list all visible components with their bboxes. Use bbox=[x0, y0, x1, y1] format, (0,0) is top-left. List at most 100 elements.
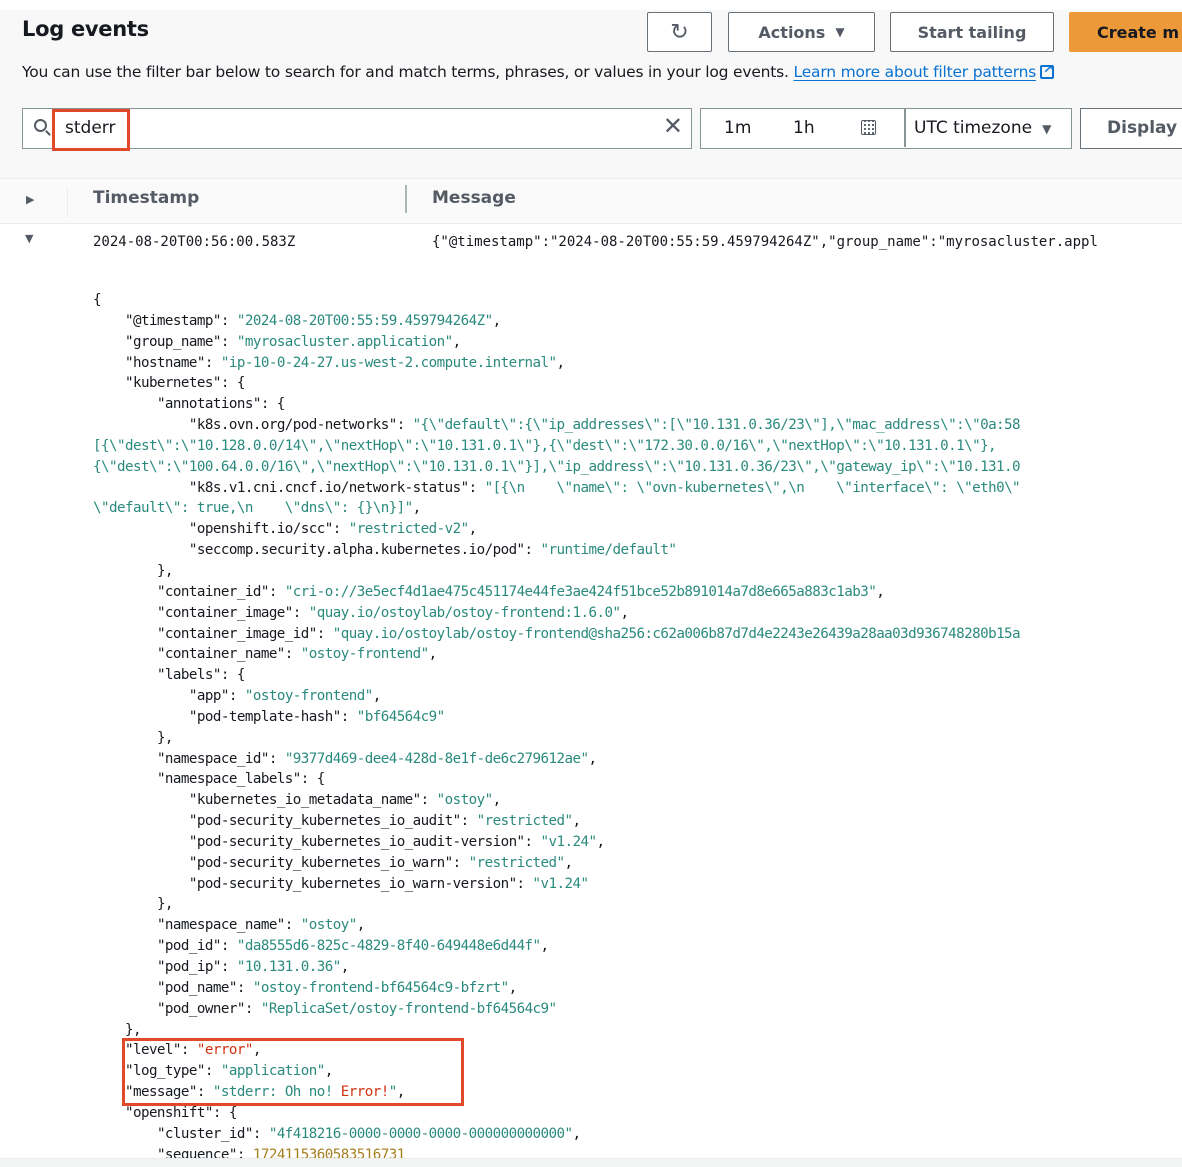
json-string: "v1.24" bbox=[532, 875, 590, 892]
json-string: "cri-o://3e5ecf4d1ae475c451174e44fe3ae42… bbox=[284, 583, 877, 600]
create-metric-filter-button[interactable]: Create m bbox=[1069, 12, 1182, 52]
json-line: "group_name": "myrosacluster.application… bbox=[93, 332, 1182, 353]
json-key: , bbox=[556, 354, 566, 371]
time-range-selector: 1m 1h UTC timezone ▼ bbox=[700, 108, 1072, 149]
json-line: "kubernetes": { bbox=[93, 373, 1182, 394]
json-string: "restricted-v2" bbox=[348, 521, 469, 538]
json-line: "pod_owner": "ReplicaSet/ostoy-frontend-… bbox=[93, 999, 1182, 1020]
actions-button[interactable]: Actions ▼ bbox=[728, 12, 875, 52]
clear-icon[interactable]: ✕ bbox=[663, 112, 683, 140]
json-line: "namespace_labels": { bbox=[93, 769, 1182, 790]
json-key: "kubernetes": { bbox=[124, 375, 245, 392]
caret-down-icon: ▼ bbox=[1042, 122, 1052, 136]
json-string: "ip-10-0-24-27.us-west-2.compute.interna… bbox=[220, 354, 557, 371]
json-line: "openshift.io/scc": "restricted-v2", bbox=[93, 519, 1182, 540]
json-string: "quay.io/ostoylab/ostoy-frontend:1.6.0" bbox=[308, 604, 621, 621]
json-key: , bbox=[508, 979, 518, 996]
json-line: }, bbox=[93, 561, 1182, 582]
json-line: "pod-template-hash": "bf64564c9" bbox=[93, 707, 1182, 728]
json-key: , bbox=[340, 959, 350, 975]
json-line: "pod_ip": "10.131.0.36", bbox=[93, 957, 1182, 978]
json-string: "ostoy-frontend" bbox=[300, 646, 429, 663]
json-key: , bbox=[452, 333, 462, 350]
json-string: "4f418216-0000-0000-0000-000000000000" bbox=[268, 1125, 573, 1142]
json-line: "container_name": "ostoy-frontend", bbox=[93, 644, 1182, 665]
json-key: "namespace_id": bbox=[156, 750, 285, 767]
json-key: }, bbox=[156, 729, 174, 746]
json-key: "container_id": bbox=[156, 583, 285, 600]
json-line: "container_image_id": "quay.io/ostoylab/… bbox=[93, 624, 1182, 645]
json-string: "9377d469-dee4-428d-8e1f-de6c279612ae" bbox=[284, 750, 589, 767]
json-key: , bbox=[564, 854, 574, 871]
row-message: {"@timestamp":"2024-08-20T00:55:59.45979… bbox=[432, 234, 1098, 250]
actions-label: Actions bbox=[758, 22, 826, 42]
json-key: "pod-security_kubernetes_io_audit": bbox=[188, 813, 477, 830]
json-string: "[{\n \"name\": \"ovn-kubernetes\",\n \"… bbox=[484, 479, 1021, 496]
json-key: "pod_owner": bbox=[156, 1000, 261, 1017]
table-header: ▶ Timestamp Message bbox=[0, 178, 1182, 224]
json-string: "10.131.0.36" bbox=[236, 959, 341, 975]
json-line: "k8s.ovn.org/pod-networks": "{\"default\… bbox=[93, 415, 1182, 436]
display-button[interactable]: Display bbox=[1080, 108, 1182, 149]
json-string: "ostoy" bbox=[300, 917, 358, 934]
json-line: "kubernetes_io_metadata_name": "ostoy", bbox=[93, 790, 1182, 811]
json-key: }, bbox=[156, 562, 174, 579]
json-line: "pod_name": "ostoy-frontend-bf64564c9-bf… bbox=[93, 978, 1182, 999]
json-line: "annotations": { bbox=[93, 394, 1182, 415]
refresh-button[interactable]: ↻ bbox=[647, 12, 712, 52]
json-string: "bf64564c9" bbox=[356, 708, 445, 725]
json-key: , bbox=[620, 604, 629, 621]
json-number: 1724115360583516731 bbox=[252, 1146, 405, 1158]
range-1m-button[interactable]: 1m bbox=[724, 118, 751, 138]
row-timestamp: 2024-08-20T00:56:00.583Z bbox=[93, 234, 296, 250]
range-1h-button[interactable]: 1h bbox=[793, 118, 815, 138]
column-resizer[interactable] bbox=[405, 185, 407, 213]
json-key: , bbox=[572, 1125, 582, 1142]
json-string: "da8555d6-825c-4829-8f40-649448e6d44f" bbox=[236, 938, 541, 955]
start-tailing-button[interactable]: Start tailing bbox=[890, 12, 1054, 52]
column-header-message[interactable]: Message bbox=[432, 188, 516, 208]
timezone-select[interactable]: UTC timezone ▼ bbox=[914, 118, 1051, 138]
json-key: }, bbox=[156, 896, 174, 913]
external-link-icon bbox=[1040, 62, 1055, 79]
json-key: "sequence": bbox=[156, 1146, 253, 1158]
json-key: "hostname": bbox=[124, 354, 221, 371]
json-key: "labels": { bbox=[156, 667, 245, 684]
json-key: "k8s.v1.cni.cncf.io/network-status": bbox=[188, 479, 485, 496]
json-key: "pod-security_kubernetes_io_audit-versio… bbox=[188, 833, 541, 850]
expand-all-icon[interactable]: ▶ bbox=[26, 193, 34, 206]
json-key: "openshift.io/scc": bbox=[188, 521, 349, 538]
json-line: "k8s.v1.cni.cncf.io/network-status": "[{… bbox=[93, 478, 1182, 499]
json-key: , bbox=[540, 938, 550, 955]
collapse-row-icon[interactable]: ▼ bbox=[25, 232, 33, 245]
annotation-highlight-error bbox=[122, 1038, 464, 1106]
json-string: "quay.io/ostoylab/ostoy-frontend@sha256:… bbox=[332, 625, 1021, 642]
annotation-highlight-search bbox=[52, 109, 130, 151]
json-key: , bbox=[356, 917, 366, 934]
json-string: "{\"default\":{\"ip_addresses\":[\"10.13… bbox=[412, 417, 1021, 434]
json-line: "pod-security_kubernetes_io_warn-version… bbox=[93, 874, 1182, 895]
start-tailing-label: Start tailing bbox=[917, 22, 1027, 42]
json-string: "v1.24" bbox=[540, 833, 598, 850]
learn-more-label: Learn more about filter patterns bbox=[793, 63, 1037, 81]
column-header-timestamp[interactable]: Timestamp bbox=[93, 188, 199, 208]
learn-more-link[interactable]: Learn more about filter patterns bbox=[794, 63, 1037, 81]
calendar-icon[interactable] bbox=[861, 120, 876, 135]
json-line: "container_image": "quay.io/ostoylab/ost… bbox=[93, 603, 1182, 624]
json-key: , bbox=[572, 813, 582, 830]
json-key: , bbox=[372, 688, 382, 705]
json-key: "k8s.ovn.org/pod-networks": bbox=[188, 417, 413, 434]
json-key: , bbox=[468, 521, 478, 538]
json-line: "pod-security_kubernetes_io_audit-versio… bbox=[93, 832, 1182, 853]
json-key: "seccomp.security.alpha.kubernetes.io/po… bbox=[188, 542, 541, 559]
json-line: "namespace_name": "ostoy", bbox=[93, 915, 1182, 936]
json-line: "cluster_id": "4f418216-0000-0000-0000-0… bbox=[93, 1124, 1182, 1145]
json-line: "openshift": { bbox=[93, 1103, 1182, 1124]
json-key: "pod-security_kubernetes_io_warn-version… bbox=[188, 875, 533, 892]
json-string: "restricted" bbox=[476, 813, 573, 830]
json-line: {\"dest\":\"100.64.0.0/16\",\"nextHop\":… bbox=[93, 457, 1182, 478]
json-line: "container_id": "cri-o://3e5ecf4d1ae475c… bbox=[93, 582, 1182, 603]
json-line: }, bbox=[93, 894, 1182, 915]
json-key: "@timestamp": bbox=[124, 312, 237, 329]
json-line: \"default\": true,\n \"dns\": {}\n}]", bbox=[93, 498, 1182, 519]
